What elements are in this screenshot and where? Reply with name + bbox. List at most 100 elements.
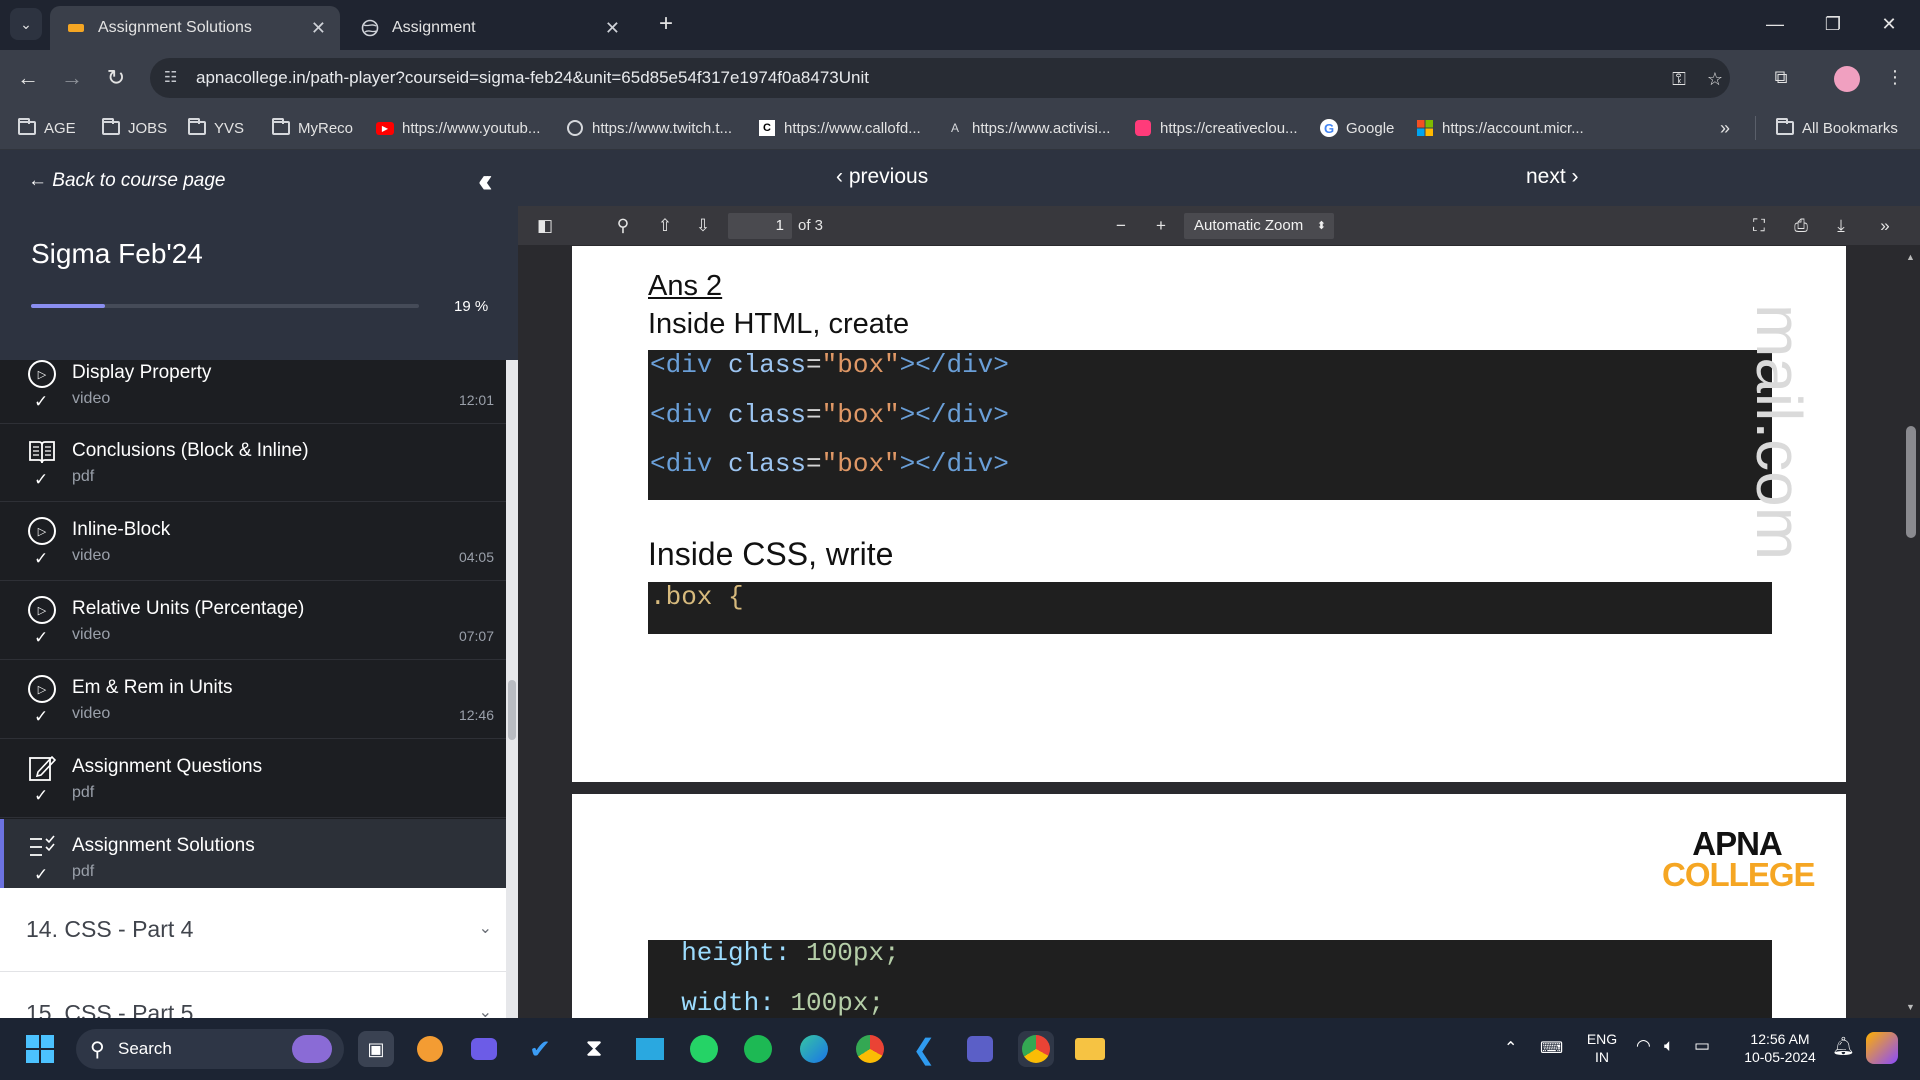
minimize-button[interactable]: —	[1752, 8, 1798, 40]
more-bookmarks-icon[interactable]: »	[1720, 117, 1730, 139]
previous-button[interactable]: ‹ previous	[836, 165, 928, 189]
bookmark-activision[interactable]: Ahttps://www.activisi...	[946, 117, 1110, 139]
bookmark-microsoft[interactable]: https://account.micr...	[1416, 117, 1584, 139]
close-window-button[interactable]: ✕	[1866, 8, 1912, 40]
bookmark-callofduty[interactable]: Chttps://www.callofd...	[758, 117, 921, 139]
app-icon-orange[interactable]	[412, 1031, 448, 1067]
whatsapp-icon[interactable]	[686, 1031, 722, 1067]
print-icon[interactable]: ⎙	[1788, 214, 1814, 238]
bookmark-label: JOBS	[128, 119, 168, 137]
bookmark-yvs[interactable]: YVS	[188, 117, 244, 139]
previous-page-icon[interactable]: ⇧	[652, 214, 678, 238]
bookmark-star-icon[interactable]: ☆	[1702, 66, 1728, 92]
wifi-icon[interactable]: ◠	[1636, 1036, 1651, 1056]
section-css-part-5[interactable]: 15. CSS - Part 5 ⌄	[0, 972, 506, 1018]
restore-button[interactable]: ❐	[1810, 8, 1856, 40]
copilot-icon[interactable]	[1866, 1032, 1898, 1064]
search-icon[interactable]: ⚲	[610, 214, 636, 238]
pdf-viewer[interactable]: Ans 2 Inside HTML, create <div class="bo…	[518, 246, 1920, 1018]
css-declaration-height: height: 100px;	[650, 938, 900, 968]
scroll-down-icon[interactable]: ▼	[1906, 1002, 1915, 1012]
bookmark-youtube[interactable]: ▶ https://www.youtub...	[376, 117, 540, 139]
tab-assignment-solutions[interactable]: Assignment Solutions ✕	[50, 6, 340, 50]
lesson-item[interactable]: ▷ ✓ Inline-Block video 04:05	[0, 503, 506, 581]
all-bookmarks-button[interactable]: All Bookmarks	[1776, 117, 1898, 139]
hourglass-icon[interactable]: ⧗	[576, 1031, 612, 1067]
edge-icon[interactable]	[796, 1031, 832, 1067]
tab-search-button[interactable]: ⌄	[10, 8, 42, 40]
reload-button[interactable]: ↻	[100, 62, 132, 94]
file-explorer-icon[interactable]	[1072, 1031, 1108, 1067]
lesson-item[interactable]: ✓ Conclusions (Block & Inline) pdf	[0, 424, 506, 502]
pdf-toolbar: ◧ ⚲ ⇧ ⇩ 1 of 3 − + Automatic Zoom ⬍ ⛶ ⎙ ⤓…	[518, 206, 1920, 246]
sidebar-scrollbar[interactable]	[506, 360, 518, 1018]
password-key-icon[interactable]: ⚿	[1666, 66, 1692, 92]
url-text[interactable]: apnacollege.in/path-player?courseid=sigm…	[196, 68, 869, 88]
tab-assignment[interactable]: Assignment ✕	[344, 6, 634, 50]
windows-start-icon[interactable]	[22, 1031, 58, 1067]
close-icon[interactable]: ✕	[311, 18, 326, 39]
lesson-item[interactable]: ▷ ✓ Display Property video 12:01	[0, 360, 506, 424]
lesson-duration: 07:07	[458, 628, 494, 644]
keyboard-icon[interactable]: ⌨	[1540, 1038, 1563, 1058]
chevron-up-icon[interactable]: ⌃	[1504, 1038, 1517, 1058]
taskbar-search[interactable]: ⚲ Search	[76, 1029, 344, 1069]
back-to-course-link[interactable]: ← Back to course page	[28, 170, 226, 192]
site-info-icon[interactable]: ☷	[164, 68, 184, 88]
forward-button[interactable]: →	[56, 62, 88, 94]
sidebar-toggle-icon[interactable]: ◧	[532, 214, 558, 238]
next-button[interactable]: next ›	[1526, 165, 1579, 189]
scroll-up-icon[interactable]: ▲	[1906, 252, 1915, 262]
bookmark-age[interactable]: AGE	[18, 117, 76, 139]
new-tab-button[interactable]: +	[652, 10, 680, 38]
download-icon[interactable]: ⤓	[1828, 214, 1854, 238]
edit-icon	[28, 754, 56, 782]
bookmark-creativecloud[interactable]: https://creativeclou...	[1134, 117, 1298, 139]
close-icon[interactable]: ✕	[605, 18, 620, 39]
zoom-select[interactable]: Automatic Zoom ⬍	[1184, 213, 1334, 239]
scrollbar-thumb[interactable]	[1906, 426, 1916, 538]
bookmark-label: MyReco	[298, 119, 354, 137]
section-css-part-4[interactable]: 14. CSS - Part 4 ⌄	[0, 888, 506, 972]
language-indicator[interactable]: ENG IN	[1580, 1030, 1624, 1066]
address-bar[interactable]: ☷ apnacollege.in/path-player?courseid=si…	[150, 58, 1730, 98]
presentation-mode-icon[interactable]: ⛶	[1746, 214, 1772, 238]
profile-avatar[interactable]	[1834, 66, 1860, 92]
menu-kebab-icon[interactable]: ⋮	[1882, 64, 1908, 90]
bookmark-jobs[interactable]: JOBS	[102, 117, 167, 139]
desktop-app-icon[interactable]	[632, 1031, 668, 1067]
back-button[interactable]: ←	[12, 62, 44, 94]
task-view-icon[interactable]: ▣	[358, 1031, 394, 1067]
battery-icon[interactable]: ▭	[1694, 1036, 1710, 1056]
lesson-item[interactable]: ✓ Assignment Questions pdf	[0, 740, 506, 818]
extensions-icon[interactable]: ⧉	[1768, 64, 1794, 90]
collapse-sidebar-icon[interactable]: ‹‹	[478, 162, 492, 201]
zoom-in-icon[interactable]: +	[1148, 214, 1174, 238]
spotify-icon[interactable]	[740, 1031, 776, 1067]
folder-icon	[188, 118, 206, 136]
microsoft-icon	[1416, 120, 1434, 136]
lesson-duration: 04:05	[458, 549, 494, 565]
page-number-input[interactable]: 1	[728, 213, 792, 239]
teams-icon[interactable]	[962, 1031, 998, 1067]
pdf-scrollbar[interactable]: ▲ ▼	[1902, 246, 1920, 1018]
todo-app-icon[interactable]: ✔	[522, 1031, 558, 1067]
volume-icon[interactable]: 🔈︎	[1664, 1036, 1674, 1056]
lesson-item[interactable]: ▷ ✓ Em & Rem in Units video 12:46	[0, 661, 506, 739]
bookmark-google[interactable]: G Google	[1320, 117, 1394, 139]
meet-app-icon[interactable]	[466, 1031, 502, 1067]
lesson-item-active[interactable]: ✓ Assignment Solutions pdf	[0, 819, 506, 888]
vscode-icon[interactable]: ❮	[906, 1031, 942, 1067]
chrome-icon[interactable]	[852, 1031, 888, 1067]
clock[interactable]: 12:56 AM 10-05-2024	[1734, 1030, 1826, 1066]
zoom-out-icon[interactable]: −	[1108, 214, 1134, 238]
scrollbar-thumb[interactable]	[508, 680, 516, 740]
notification-bell-icon[interactable]: 🔔︎	[1832, 1036, 1855, 1057]
css-intro-text: Inside CSS, write	[648, 536, 894, 572]
lesson-item[interactable]: ▷ ✓ Relative Units (Percentage) video 07…	[0, 582, 506, 660]
bookmark-myreco[interactable]: MyReco	[272, 117, 353, 139]
bookmark-twitch[interactable]: https://www.twitch.t...	[566, 117, 732, 139]
chrome-profile-icon[interactable]	[1018, 1031, 1054, 1067]
next-page-icon[interactable]: ⇩	[690, 214, 716, 238]
tools-menu-icon[interactable]: »	[1872, 214, 1898, 238]
